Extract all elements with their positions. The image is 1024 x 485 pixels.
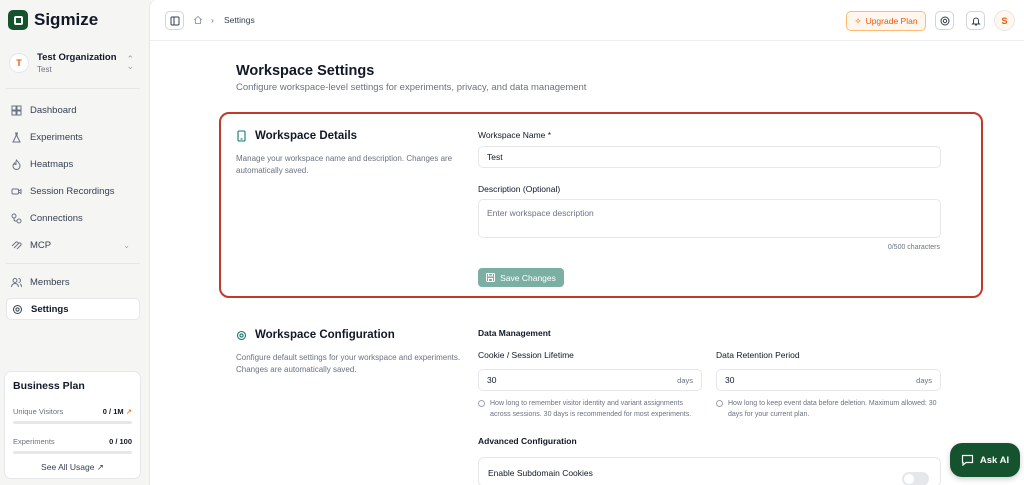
subdomain-cookies-label: Enable Subdomain Cookies <box>488 468 593 478</box>
section-desc-details: Manage your workspace name and descripti… <box>236 154 453 175</box>
flame-icon <box>11 158 22 170</box>
info-icon <box>478 400 485 407</box>
divider <box>6 263 140 264</box>
plan-title: Business Plan <box>13 380 85 392</box>
dashboard-icon <box>11 105 22 116</box>
sidebar-item-label: Members <box>30 276 70 288</box>
mcp-icon <box>11 240 22 251</box>
advanced-config-heading: Advanced Configuration <box>478 436 577 446</box>
plan-card: Business Plan Unique Visitors 0 / 1M ↗ E… <box>4 371 141 479</box>
lifebuoy-icon <box>940 16 949 25</box>
days-suffix: days <box>677 375 693 385</box>
panel-icon <box>170 16 179 25</box>
retention-label: Data Retention Period <box>716 350 800 360</box>
upgrade-plan-button[interactable]: ✧ Upgrade Plan <box>846 11 926 31</box>
retention-input[interactable]: 30 days <box>716 369 941 391</box>
section-title-config: Workspace Configuration <box>236 329 395 341</box>
org-sub: Test <box>37 65 52 74</box>
save-label: Save Changes <box>500 272 556 283</box>
subdomain-cookies-toggle[interactable] <box>902 472 929 485</box>
save-icon <box>486 273 496 282</box>
usage-bar-experiments <box>13 451 132 454</box>
workspace-name-input[interactable]: Test <box>478 146 941 168</box>
sidebar-toggle-button[interactable] <box>165 11 184 30</box>
sidebar-item-heatmaps[interactable]: Heatmaps <box>6 153 140 175</box>
cookie-hint: How long to remember visitor identity an… <box>478 398 703 420</box>
support-button[interactable] <box>935 11 954 30</box>
page-title: Workspace Settings <box>236 63 375 79</box>
data-management-heading: Data Management <box>478 328 551 338</box>
chat-icon <box>961 454 973 466</box>
logo[interactable]: Sigmize <box>8 10 98 30</box>
connections-icon <box>11 213 22 224</box>
sidebar-item-label: Session Recordings <box>30 185 115 197</box>
bell-icon <box>970 17 981 25</box>
char-counter: 0/500 characters <box>887 244 940 251</box>
users-icon <box>11 277 22 288</box>
org-switcher[interactable]: T Test Organization Test ⌃ ⌄ <box>6 46 140 80</box>
ask-ai-label: Ask AI <box>979 454 1010 466</box>
section-title-details: Workspace Details <box>236 130 357 142</box>
usage-label: Experiments <box>13 437 55 446</box>
workspace-name-label: Workspace Name * <box>478 130 552 140</box>
upgrade-label: Upgrade Plan <box>865 16 918 26</box>
org-avatar: T <box>9 53 29 73</box>
usage-label: Unique Visitors <box>13 407 64 416</box>
description-textarea[interactable]: Enter workspace description <box>478 199 941 238</box>
topbar: › Settings ✧ Upgrade Plan S <box>150 0 1024 41</box>
breadcrumb-separator: › <box>211 15 214 25</box>
sidebar: Sigmize T Test Organization Test ⌃ ⌄ Dash… <box>0 0 148 485</box>
main-panel: › Settings ✧ Upgrade Plan S Workspace Se… <box>149 0 1024 485</box>
cookie-lifetime-label: Cookie / Session Lifetime <box>478 350 574 360</box>
sidebar-item-session-recordings[interactable]: Session Recordings <box>6 180 140 202</box>
gear-icon <box>12 304 23 315</box>
chevron-down-icon: ⌄ <box>123 240 130 250</box>
info-icon <box>716 400 723 407</box>
sidebar-item-label: Experiments <box>30 131 83 143</box>
logo-icon <box>8 10 28 30</box>
sidebar-item-connections[interactable]: Connections <box>6 207 140 229</box>
video-icon <box>11 186 22 197</box>
ask-ai-button[interactable]: Ask AI <box>950 443 1020 477</box>
save-changes-button[interactable]: Save Changes <box>478 268 564 287</box>
sidebar-item-settings[interactable]: Settings <box>6 298 140 320</box>
divider <box>6 88 140 89</box>
notifications-button[interactable] <box>966 11 985 30</box>
usage-bar-visitors <box>13 421 132 424</box>
page-subtitle: Configure workspace-level settings for e… <box>236 82 587 93</box>
org-name: Test Organization <box>37 52 117 63</box>
experiments-icon <box>11 132 22 143</box>
sidebar-item-label: MCP <box>30 239 52 251</box>
usage-row-visitors: Unique Visitors 0 / 1M ↗ <box>13 407 132 416</box>
sidebar-item-dashboard[interactable]: Dashboard <box>6 99 140 121</box>
gear-icon <box>236 330 247 340</box>
user-avatar[interactable]: S <box>994 10 1015 31</box>
see-all-usage-link[interactable]: See All Usage ↗ <box>5 462 140 473</box>
description-label: Description (Optional) <box>478 184 561 194</box>
sidebar-item-label: Settings <box>31 303 69 315</box>
chevron-updown-icon: ⌃ ⌄ <box>126 54 134 71</box>
section-desc-config: Configure default settings for your work… <box>236 353 461 374</box>
trend-up-icon: ↗ <box>125 407 132 416</box>
building-icon <box>237 130 246 142</box>
home-icon[interactable] <box>193 15 203 27</box>
sidebar-item-members[interactable]: Members <box>6 271 140 293</box>
sidebar-item-label: Heatmaps <box>30 158 74 170</box>
cookie-lifetime-input[interactable]: 30 days <box>478 369 702 391</box>
brand-name: Sigmize <box>34 10 99 29</box>
sidebar-item-label: Connections <box>30 212 83 224</box>
sidebar-item-label: Dashboard <box>30 104 77 116</box>
breadcrumb-current: Settings <box>224 15 255 25</box>
usage-value: 0 / 100 <box>109 437 132 446</box>
sidebar-item-experiments[interactable]: Experiments <box>6 126 140 148</box>
usage-value: 0 / 1M ↗ <box>102 407 132 416</box>
usage-row-experiments: Experiments 0 / 100 <box>13 437 132 446</box>
sidebar-item-mcp[interactable]: MCP ⌄ <box>6 234 140 256</box>
days-suffix: days <box>916 375 932 385</box>
sparkle-icon: ✧ <box>854 15 862 26</box>
retention-hint: How long to keep event data before delet… <box>716 398 941 420</box>
